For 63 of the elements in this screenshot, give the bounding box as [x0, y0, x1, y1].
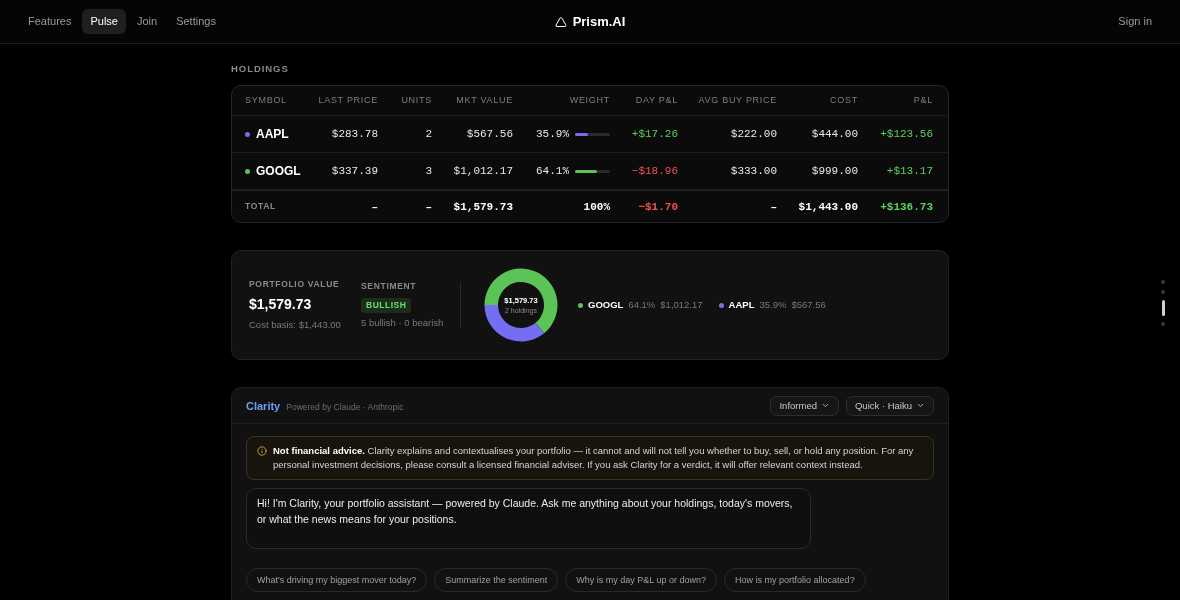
table-cell-text: $337.39 [331, 164, 378, 179]
weight-percent: 64.1% [536, 164, 569, 179]
triangle-logo-icon [554, 15, 567, 28]
legend-symbol: AAPL [728, 298, 755, 313]
brand-name: Prism.AI [572, 12, 626, 31]
column-header: UNITS [401, 94, 432, 107]
table-cell-text: $567.56 [466, 127, 513, 142]
legend-symbol: GOOGL [588, 298, 624, 313]
cost-basis: Cost basis: $1,443.00 [249, 318, 341, 332]
column-header: SYMBOL [245, 94, 287, 107]
nav-link[interactable]: Pulse [82, 9, 126, 34]
table-cell-text: $1,443.00 [798, 199, 858, 215]
table-cell-text: $444.00 [811, 127, 858, 142]
table-cell-text: $999.00 [811, 164, 858, 179]
stat-label: PORTFOLIO VALUE [249, 278, 340, 291]
nav-link[interactable]: Features [20, 9, 80, 34]
legend-value: $1,012.17 [660, 298, 703, 313]
stat-label: SENTIMENT [361, 280, 417, 294]
table-cell-text: +$17.26 [631, 127, 678, 142]
dropdown-button[interactable]: Quick · Haiku [846, 395, 934, 416]
sign-in-link[interactable]: Sign in [1110, 9, 1160, 34]
table-cell-text: $1,579.73 [453, 199, 513, 215]
total-label: TOTAL [245, 200, 276, 214]
legend-percent: 35.9% [759, 298, 787, 313]
table-cell-text: – [425, 199, 432, 215]
table-cell-text: 3 [425, 164, 432, 179]
column-header: AVG BUY PRICE [698, 94, 777, 107]
table-cell-text: – [770, 199, 777, 215]
table-cell-text: $283.78 [331, 127, 378, 142]
table-cell-text: +$136.73 [880, 199, 933, 215]
dropdown-button[interactable]: Informed [770, 395, 839, 416]
nav-link[interactable]: Join [128, 9, 166, 34]
table-cell-text: – [371, 199, 378, 215]
table-cell-text: $222.00 [730, 127, 777, 142]
table-cell-text: +$13.17 [886, 164, 933, 179]
column-header: DAY P&L [635, 94, 678, 107]
nav-link[interactable]: Settings [168, 9, 224, 34]
legend-value: $567.56 [791, 298, 826, 313]
assistant-title: Clarity [246, 398, 281, 414]
column-header: WEIGHT [569, 94, 610, 107]
sentiment-badge: BULLISH [361, 298, 412, 313]
ticker-symbol: GOOGL [256, 163, 301, 181]
portfolio-value: $1,579.73 [249, 295, 312, 314]
column-header: P&L [913, 94, 933, 107]
table-cell-text: $1,012.17 [453, 164, 513, 179]
column-header: LAST PRICE [318, 94, 378, 107]
assistant-subtitle: Powered by Claude · Anthropic [286, 400, 404, 414]
sentiment-counts: 5 bullish · 0 bearish [361, 315, 444, 330]
ticker-symbol: AAPL [256, 126, 289, 144]
legend-percent: 64.1% [628, 298, 656, 313]
table-cell-text: −$1.70 [638, 199, 678, 215]
info-icon [257, 446, 267, 457]
section-heading: HOLDINGS [231, 62, 289, 76]
column-header: MKT VALUE [456, 94, 513, 107]
weight-percent: 35.9% [536, 127, 569, 142]
disclaimer-text: Not financial advice. Clarity explains and contextualises your portfolio — it cannot and will not tell you whether to buy, sell, or hold any position. For any personal investment decisions, please consult a licensed financial adviser. If you ask Clarity for a verdict, it will offer relevant context instead. [273, 444, 915, 473]
table-cell-text: $333.00 [730, 164, 777, 179]
chat-message-bubble: Hi! I'm Clarity, your portfolio assistant — powered by Claude. Ask me anything about your holdings, today's movers, or what the news means for your positions. [246, 488, 811, 550]
table-cell-text: +$123.56 [880, 127, 933, 142]
table-cell-text: 100% [583, 199, 610, 215]
table-cell-text: 2 [425, 127, 432, 142]
column-header: COST [830, 94, 858, 107]
table-cell-text: −$18.96 [631, 164, 678, 179]
